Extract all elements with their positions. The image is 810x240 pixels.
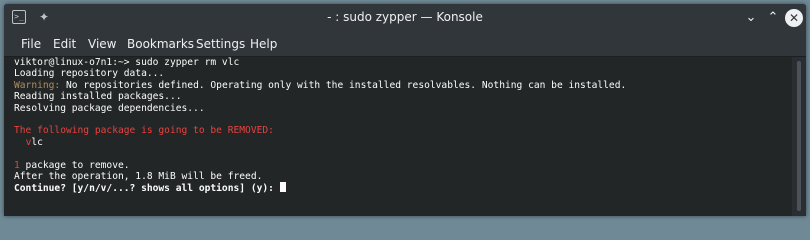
terminal-line: Resolving package dependencies... (14, 102, 205, 114)
terminal-line: After the operation, 1.8 MiB will be fre… (14, 170, 263, 182)
package-count-text: package to remove. (19, 159, 130, 171)
warning-text: No repositories defined. Operating only … (60, 79, 627, 91)
terminal-line: viktor@linux-o7n1:~> sudo zypper rm vlc (14, 57, 240, 68)
maximize-icon[interactable]: ⌃ (764, 9, 782, 27)
menu-view[interactable]: View (88, 37, 116, 51)
menu-settings[interactable]: Settings (196, 37, 245, 51)
minimize-icon[interactable]: ⌄ (742, 9, 760, 27)
menu-bookmarks[interactable]: Bookmarks (127, 37, 194, 51)
menu-help[interactable]: Help (250, 37, 277, 51)
prompt-line: Continue? [y/n/v/...? shows all options]… (14, 182, 792, 195)
terminal-line: Warning: No repositories defined. Operat… (14, 80, 792, 91)
menu-file[interactable]: File (21, 37, 41, 51)
terminal-line: Loading repository data... (14, 68, 165, 80)
terminal-line: vlc (14, 137, 792, 148)
package-name-rest: lc (31, 136, 43, 148)
terminal-line: Reading installed packages... (14, 91, 182, 103)
text-cursor (279, 182, 286, 193)
menu-edit[interactable]: Edit (53, 37, 76, 51)
konsole-window: >_ ✦ - : sudo zypper — Konsole ⌄ ⌃ ✕ Fil… (4, 4, 806, 216)
scrollbar[interactable] (792, 57, 806, 216)
window-title: - : sudo zypper — Konsole (327, 10, 483, 24)
warning-label: Warning: (14, 79, 61, 91)
menu-bar: File Edit View Bookmarks Settings Help (4, 32, 806, 57)
close-icon[interactable]: ✕ (785, 9, 803, 27)
continue-prompt: Continue? [y/n/v/...? shows all options]… (14, 183, 280, 195)
removal-header: The following package is going to be REM… (14, 125, 274, 137)
terminal-output[interactable]: viktor@linux-o7n1:~> sudo zypper rm vlc … (4, 57, 792, 216)
scrollbar-thumb[interactable] (797, 61, 801, 211)
title-bar[interactable]: >_ ✦ - : sudo zypper — Konsole ⌄ ⌃ ✕ (4, 4, 806, 32)
terminal-line: 1 package to remove. (14, 160, 792, 171)
